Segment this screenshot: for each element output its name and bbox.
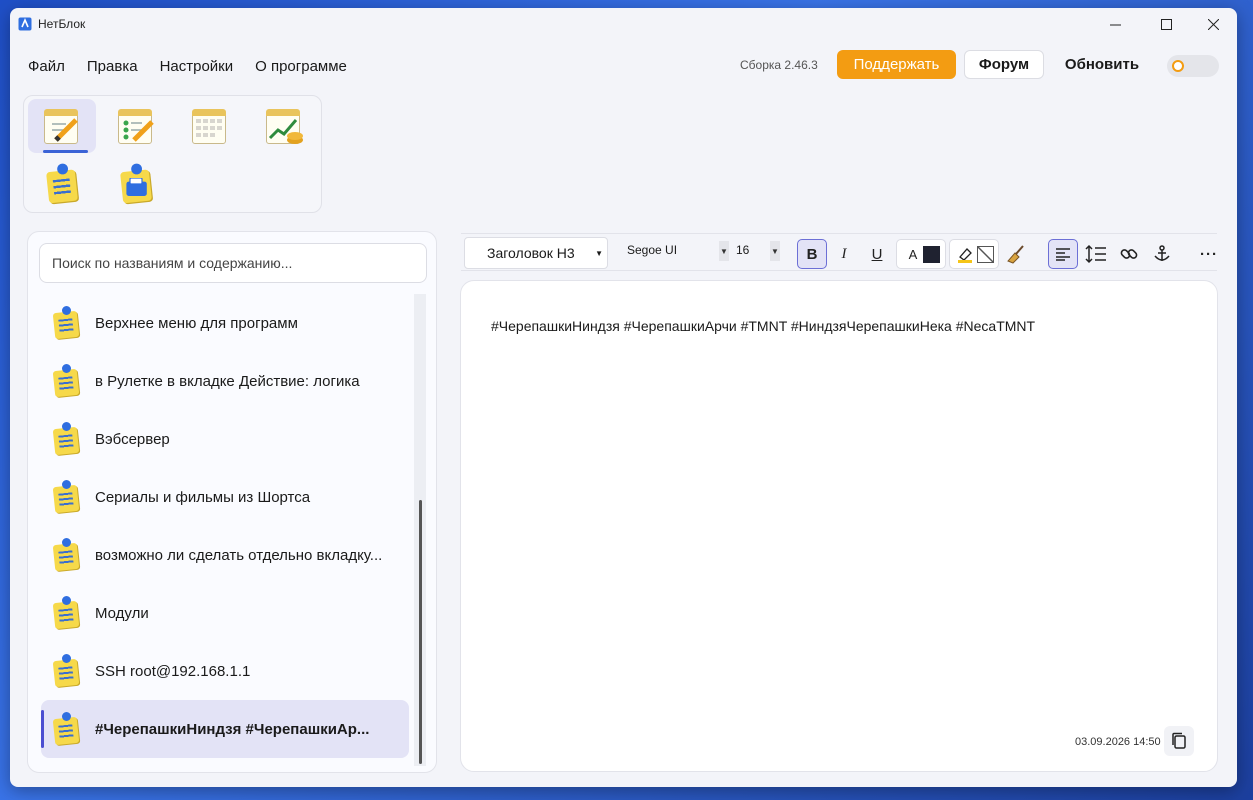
module-stickers[interactable] <box>28 157 96 211</box>
sticky-note-icon <box>51 654 81 688</box>
font-family-dropdown[interactable]: ▼ <box>719 241 729 261</box>
module-tasks[interactable] <box>102 99 170 153</box>
list-item[interactable]: SSH root@192.168.1.1 <box>41 642 409 700</box>
module-calendar[interactable] <box>176 99 244 153</box>
list-item[interactable]: Сериалы и фильмы из Шортса <box>41 468 409 526</box>
toggle-knob <box>1172 60 1184 72</box>
notepad-pencil-icon <box>42 106 82 146</box>
active-module-indicator <box>43 150 88 153</box>
list-item[interactable]: в Рулетке в вкладке Действие: логика <box>41 352 409 410</box>
module-clipboard[interactable] <box>102 157 170 211</box>
no-color-swatch[interactable] <box>977 246 994 263</box>
highlight-button[interactable] <box>950 239 980 269</box>
heading-style-value: Заголовок H3 <box>487 245 575 261</box>
clear-format-button[interactable] <box>1001 239 1031 269</box>
close-button[interactable] <box>1190 8 1236 40</box>
menu-edit[interactable]: Правка <box>87 58 138 75</box>
note-title: в Рулетке в вкладке Действие: логика <box>95 372 360 390</box>
donate-button[interactable]: Поддержать <box>837 50 956 79</box>
chevron-down-icon: ▼ <box>720 246 728 256</box>
update-button[interactable]: Обновить <box>1062 50 1142 79</box>
line-spacing-button[interactable] <box>1081 239 1111 269</box>
list-item[interactable]: Модули <box>41 584 409 642</box>
link-icon <box>1120 249 1138 259</box>
copy-icon <box>1172 732 1186 749</box>
search-input[interactable] <box>39 243 427 283</box>
theme-toggle[interactable] <box>1167 55 1219 77</box>
underline-button[interactable]: U <box>862 239 892 269</box>
menu-bar: Файл Правка Настройки О программе <box>10 48 351 84</box>
list-item[interactable]: Верхнее меню для программ <box>41 294 409 352</box>
list-item[interactable]: Вэбсервер <box>41 410 409 468</box>
checklist-pencil-icon <box>116 106 156 146</box>
heading-style-select[interactable]: Заголовок H3 ▼ <box>464 237 608 269</box>
link-button[interactable] <box>1114 239 1144 269</box>
note-title: Верхнее меню для программ <box>95 314 298 332</box>
app-window: НетБлок Файл Правка Настройки О программ… <box>10 8 1237 787</box>
notes-sidebar: Верхнее меню для программ в Рулетке в вк… <box>27 231 437 773</box>
sticky-note-icon <box>51 306 81 340</box>
module-panel <box>23 95 322 213</box>
note-title: Сериалы и фильмы из Шортса <box>95 488 311 506</box>
maximize-button[interactable] <box>1143 8 1189 40</box>
sticky-note-icon <box>51 712 81 746</box>
window-title: НетБлок <box>38 17 86 31</box>
note-title: SSH root@192.168.1.1 <box>95 662 251 680</box>
list-item-selected[interactable]: #ЧерепашкиНиндзя #ЧерепашкиАр... <box>41 700 409 758</box>
scrollbar-thumb[interactable] <box>419 500 422 764</box>
note-title: Вэбсервер <box>95 430 170 448</box>
build-version: Сборка 2.46.3 <box>740 58 818 72</box>
sticky-note-icon <box>51 596 81 630</box>
title-bar: НетБлок <box>10 8 1237 40</box>
minimize-button[interactable] <box>1092 8 1138 40</box>
line-spacing-icon <box>1085 244 1106 264</box>
note-editor[interactable]: #ЧерепашкиНиндзя #ЧерепашкиАрчи #TMNT #Н… <box>460 280 1218 772</box>
module-finance[interactable] <box>250 99 318 153</box>
align-left-button[interactable] <box>1048 239 1078 269</box>
menu-file[interactable]: Файл <box>28 58 65 75</box>
menu-settings[interactable]: Настройки <box>160 58 234 75</box>
sticky-note-icon <box>51 480 81 514</box>
font-family-value[interactable]: Segoe UI <box>627 243 677 257</box>
menu-about[interactable]: О программе <box>255 58 347 75</box>
italic-button[interactable]: I <box>829 239 859 269</box>
list-item[interactable]: возможно ли сделать отдельно вкладку... <box>41 526 409 584</box>
anchor-icon <box>1154 245 1170 261</box>
module-notes[interactable] <box>28 99 96 153</box>
note-title: Модули <box>95 604 149 622</box>
font-size-dropdown[interactable]: ▼ <box>770 241 780 261</box>
finance-chart-icon <box>264 106 304 146</box>
text-color-swatch[interactable] <box>923 246 940 263</box>
editor-content[interactable]: #ЧерепашкиНиндзя #ЧерепашкиАрчи #TMNT #Н… <box>491 318 1035 334</box>
sticky-note-icon <box>51 364 81 398</box>
note-list: Верхнее меню для программ в Рулетке в вк… <box>41 294 409 758</box>
font-size-value[interactable]: 16 <box>736 243 749 257</box>
format-toolbar: Заголовок H3 ▼ Segoe UI ▼ 16 ▼ B I U A ·… <box>461 233 1217 271</box>
app-logo-icon <box>18 17 32 31</box>
note-title: #ЧерепашкиНиндзя #ЧерепашкиАр... <box>95 720 370 738</box>
bold-button[interactable]: B <box>797 239 827 269</box>
chevron-down-icon: ▼ <box>595 248 603 258</box>
calendar-icon <box>190 106 230 146</box>
sticky-note-icon <box>44 163 80 205</box>
note-timestamp: 03.09.2026 14:50 <box>1075 736 1161 748</box>
align-left-icon <box>1056 248 1070 261</box>
chevron-down-icon: ▼ <box>771 246 779 256</box>
sticky-note-icon <box>51 538 81 572</box>
clipboard-folder-icon <box>118 163 154 205</box>
broom-icon <box>1007 245 1024 264</box>
maximize-icon <box>1160 18 1172 30</box>
anchor-button[interactable] <box>1147 239 1177 269</box>
copy-button[interactable] <box>1164 726 1194 756</box>
close-icon <box>1207 18 1219 30</box>
sticky-note-icon <box>51 422 81 456</box>
note-title: возможно ли сделать отдельно вкладку... <box>95 546 383 564</box>
forum-button[interactable]: Форум <box>964 50 1044 79</box>
more-options-button[interactable]: ··· <box>1194 239 1224 269</box>
highlighter-icon <box>958 248 972 263</box>
minimize-icon <box>1109 24 1121 25</box>
